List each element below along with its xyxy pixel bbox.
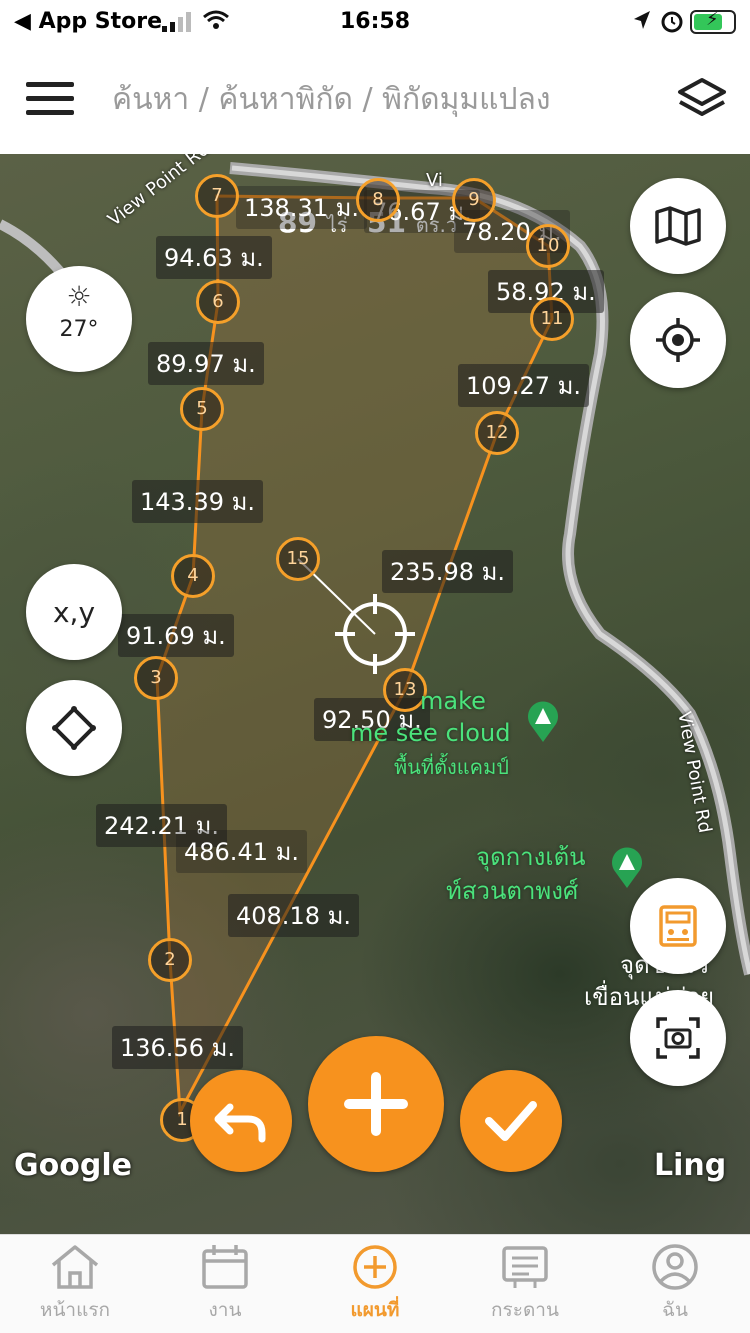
- road-label: Vi: [426, 170, 443, 191]
- distance-label: 94.63 ม.: [156, 236, 272, 279]
- google-attribution: Google: [14, 1148, 132, 1183]
- my-location-button[interactable]: [630, 292, 726, 388]
- breadcrumb: ค้นหา / ค้นหาพิกัด / พิกัดมุมแปลง: [112, 82, 551, 117]
- confirm-button[interactable]: [460, 1070, 562, 1172]
- tab-home[interactable]: หน้าแรก: [0, 1235, 150, 1333]
- checkmark-icon: [485, 1101, 537, 1141]
- campsite-pin-icon[interactable]: [610, 846, 644, 888]
- ling-attribution: Ling: [654, 1148, 727, 1183]
- app-header: ค้นหา / ค้นหาพิกัด / พิกัดมุมแปลง: [0, 44, 750, 154]
- battery-icon: ⚡: [690, 9, 736, 34]
- vertex-marker[interactable]: 8: [356, 178, 400, 222]
- location-arrow-icon: [634, 11, 650, 29]
- distance-label: 89.97 ม.: [148, 342, 264, 385]
- undo-button[interactable]: [190, 1070, 292, 1172]
- undo-icon: [214, 1103, 266, 1143]
- vertex-marker[interactable]: 3: [134, 656, 178, 700]
- layers-icon[interactable]: [676, 74, 728, 122]
- add-point-button[interactable]: [308, 1036, 444, 1172]
- vertex-marker[interactable]: 10: [526, 224, 570, 268]
- distance-label: 143.39 ม.: [132, 480, 264, 523]
- screenshot-button[interactable]: [630, 990, 726, 1086]
- poi-campsite-label: make: [420, 687, 486, 715]
- distance-label: 138.31 ม.: [236, 186, 368, 229]
- alarm-icon: [661, 11, 683, 33]
- add-circle-icon: [353, 1245, 397, 1289]
- distance-label: 109.27 ม.: [458, 364, 590, 407]
- calculator-icon: [659, 905, 697, 947]
- map-icon: [655, 206, 701, 246]
- vertex-marker[interactable]: 9: [452, 178, 496, 222]
- vertex-marker[interactable]: 2: [148, 938, 192, 982]
- vertex-marker[interactable]: 15: [276, 537, 320, 581]
- tab-profile[interactable]: ฉัน: [600, 1235, 750, 1333]
- poi-campsite-label: ท์สวนตาพงศ์: [446, 877, 579, 905]
- vertex-marker[interactable]: 6: [196, 280, 240, 324]
- vertex-marker[interactable]: 7: [195, 174, 239, 218]
- campsite-pin-icon[interactable]: [526, 700, 560, 742]
- coordinate-input-button[interactable]: x,y: [26, 564, 122, 660]
- calendar-icon: [202, 1245, 248, 1289]
- camera-icon: [656, 1017, 700, 1059]
- distance-label: 408.18 ม.: [228, 894, 360, 937]
- target-icon: [656, 318, 700, 362]
- poi-campsite-label: me see cloud: [350, 719, 511, 747]
- poi-campsite-sublabel: พื้นที่ตั้งแคมป์: [394, 755, 509, 779]
- status-bar: ◀ App Store 16:58 ⚡: [0, 0, 750, 44]
- hamburger-menu-icon[interactable]: [26, 82, 74, 116]
- polygon-tool-button[interactable]: [26, 680, 122, 776]
- distance-label: 486.41 ม.: [176, 830, 308, 873]
- vertex-marker[interactable]: 5: [180, 387, 224, 431]
- vertex-marker[interactable]: 12: [475, 411, 519, 455]
- poi-campsite-label: จุดกางเต้น: [476, 843, 586, 871]
- distance-label: 91.69 ม.: [118, 614, 234, 657]
- calculator-button[interactable]: [630, 878, 726, 974]
- board-icon: [502, 1246, 548, 1288]
- tab-map[interactable]: แผนที่: [300, 1235, 450, 1333]
- vertex-marker[interactable]: 11: [530, 297, 574, 341]
- tab-board[interactable]: กระดาน: [450, 1235, 600, 1333]
- map-type-button[interactable]: [630, 178, 726, 274]
- weather-badge: ☼ 27°: [26, 266, 132, 372]
- tab-tasks[interactable]: งาน: [150, 1235, 300, 1333]
- sun-icon: ☼: [66, 280, 92, 313]
- distance-label: 235.98 ม.: [382, 550, 514, 593]
- bottom-tab-bar: หน้าแรก งาน แผนที่ กระดาน ฉัน: [0, 1234, 750, 1333]
- diamond-icon: [52, 706, 96, 750]
- profile-icon: [652, 1244, 698, 1290]
- plus-icon: [344, 1072, 408, 1136]
- vertex-marker[interactable]: 4: [171, 554, 215, 598]
- home-icon: [51, 1245, 99, 1289]
- distance-label: 136.56 ม.: [112, 1026, 244, 1069]
- map-view[interactable]: 89 ไร่ 51 ตร.ว View Point Rd View Point …: [0, 154, 750, 1234]
